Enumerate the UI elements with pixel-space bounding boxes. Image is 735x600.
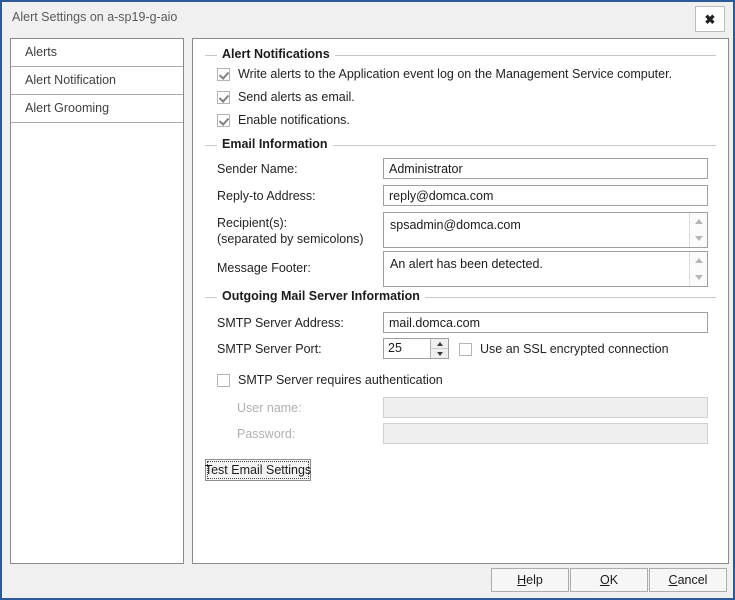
message-footer-value: An alert has been detected. [390, 257, 543, 271]
chevron-up-icon[interactable] [694, 219, 703, 224]
title-bar: Alert Settings on a-sp19-g-aio ✖ [2, 2, 733, 34]
ok-button-label: OK [599, 573, 619, 587]
reply-to-address-input[interactable] [383, 185, 708, 206]
close-icon: ✖ [704, 11, 716, 27]
sidebar-item-label: Alerts [25, 45, 57, 59]
smtp-server-port-label: SMTP Server Port: [217, 342, 322, 356]
smtp-server-address-input[interactable] [383, 312, 708, 333]
sender-name-input[interactable] [383, 158, 708, 179]
recipients-sublabel: (separated by semicolons) [217, 232, 364, 246]
test-email-settings-label: Test Email Settings [204, 461, 312, 479]
checkbox-enable-notifications[interactable]: Enable notifications. [217, 113, 350, 127]
smtp-server-port-value: 25 [388, 341, 402, 355]
recipients-textarea[interactable]: spsadmin@domca.com [383, 212, 708, 248]
stepper-down-icon[interactable] [431, 349, 448, 358]
cancel-button[interactable]: Cancel [649, 568, 727, 592]
username-label: User name: [237, 401, 302, 415]
message-footer-scrollbar[interactable] [689, 252, 707, 286]
password-input[interactable] [383, 423, 708, 444]
sidebar-item-label: Alert Notification [25, 73, 117, 87]
sidebar-item-alerts[interactable]: Alerts [11, 39, 183, 67]
checkbox-label: SMTP Server requires authentication [238, 373, 443, 387]
test-email-settings-button[interactable]: Test Email Settings [205, 459, 311, 481]
checkbox-icon [217, 373, 230, 387]
alert-notification-panel: Alert Notifications Write alerts to the … [192, 38, 729, 564]
settings-category-list[interactable]: Alerts Alert Notification Alert Grooming [10, 38, 184, 564]
sidebar-item-alert-notification[interactable]: Alert Notification [11, 67, 183, 95]
sidebar-item-label: Alert Grooming [25, 101, 110, 115]
group-title: Outgoing Mail Server Information [217, 289, 425, 303]
username-input[interactable] [383, 397, 708, 418]
alert-settings-dialog: Alert Settings on a-sp19-g-aio ✖ Alerts … [0, 0, 735, 600]
chevron-down-icon[interactable] [694, 236, 703, 241]
cancel-button-label: Cancel [668, 573, 708, 587]
close-button[interactable]: ✖ [695, 6, 725, 32]
message-footer-label: Message Footer: [217, 261, 311, 275]
smtp-server-port-stepper[interactable]: 25 [383, 338, 449, 359]
checkbox-use-ssl[interactable]: Use an SSL encrypted connection [459, 342, 669, 356]
message-footer-textarea[interactable]: An alert has been detected. [383, 251, 708, 287]
password-label: Password: [237, 427, 296, 441]
checkbox-icon [217, 113, 230, 127]
chevron-up-icon[interactable] [694, 258, 703, 263]
checkbox-label: Send alerts as email. [238, 90, 355, 104]
help-button-label: Help [517, 573, 543, 587]
smtp-server-address-label: SMTP Server Address: [217, 316, 344, 330]
sender-name-label: Sender Name: [217, 162, 298, 176]
stepper-buttons[interactable] [430, 339, 448, 358]
recipients-value: spsadmin@domca.com [390, 218, 521, 232]
window-title: Alert Settings on a-sp19-g-aio [12, 10, 178, 24]
checkbox-send-alerts-as-email[interactable]: Send alerts as email. [217, 90, 355, 104]
checkbox-write-alerts-event-log[interactable]: Write alerts to the Application event lo… [217, 67, 672, 81]
recipients-scrollbar[interactable] [689, 213, 707, 247]
checkbox-icon [217, 90, 230, 104]
help-button[interactable]: Help [491, 568, 569, 592]
reply-to-address-label: Reply-to Address: [217, 189, 316, 203]
chevron-down-icon[interactable] [694, 275, 703, 280]
sidebar-item-alert-grooming[interactable]: Alert Grooming [11, 95, 183, 123]
checkbox-smtp-requires-authentication[interactable]: SMTP Server requires authentication [217, 373, 443, 387]
stepper-up-icon[interactable] [431, 339, 448, 349]
group-title: Alert Notifications [217, 47, 335, 61]
checkbox-icon [459, 342, 472, 356]
recipients-label: Recipient(s): [217, 216, 288, 230]
checkbox-label: Enable notifications. [238, 113, 350, 127]
checkbox-label: Write alerts to the Application event lo… [238, 67, 673, 81]
group-title: Email Information [217, 137, 333, 151]
checkbox-label: Use an SSL encrypted connection [480, 342, 669, 356]
ok-button[interactable]: OK [570, 568, 648, 592]
checkbox-icon [217, 67, 230, 81]
